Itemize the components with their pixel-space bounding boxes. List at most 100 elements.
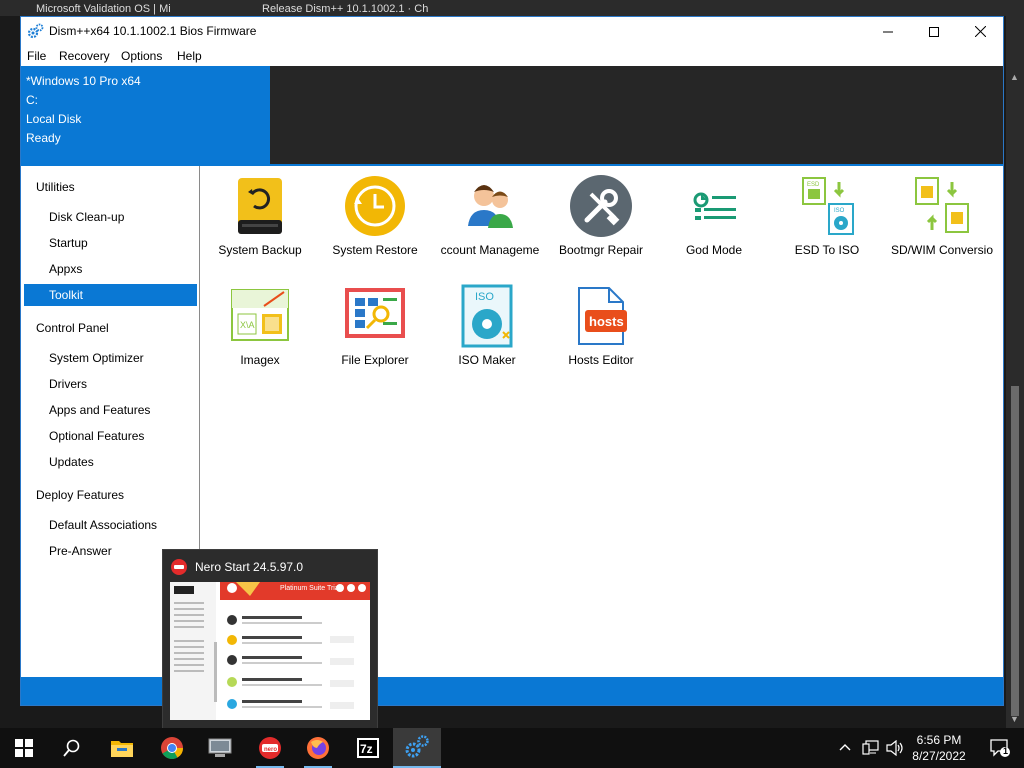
file-explorer-icon [111,741,133,757]
title-bar[interactable]: Dism++x64 10.1.1002.1 Bios Firmware [21,17,1003,46]
background-browser-tabs: Microsoft Validation OS | Mi Release Dis… [0,0,1024,16]
background-scrollbar: ▲ ▼ [1006,16,1024,728]
image-info-panel[interactable]: *Windows 10 Pro x64 C: Local Disk Ready [21,66,270,164]
taskbar-7zip[interactable]: 7z [344,728,392,768]
nav-updates[interactable]: Updates [24,451,197,473]
network-icon[interactable] [862,740,880,756]
nero-icon [171,559,187,575]
nero-icon: nero [259,737,281,759]
taskbar-dism[interactable] [393,728,441,768]
esd-to-iso-icon: ESD ISO [802,177,854,235]
window-title: Dism++x64 10.1.1002.1 Bios Firmware [49,24,257,38]
tool-hosts-editor[interactable]: hosts Hosts Editor [544,280,658,380]
taskbar-computer[interactable] [196,728,244,768]
imagex-icon: X\A [231,289,289,341]
nav-toolkit[interactable]: Toolkit [24,284,197,306]
tool-account-management[interactable]: ccount Manageme [433,170,547,270]
tool-label: Hosts Editor [568,353,634,367]
svg-text:ISO: ISO [834,208,845,214]
menu-file[interactable]: File [27,48,46,64]
taskbar-nero[interactable]: nero [246,728,294,768]
tool-esd-to-iso[interactable]: ESD ISO ESD To ISO [770,170,884,270]
disk-name: Local Disk [26,112,82,126]
chevron-up-icon[interactable] [838,741,852,755]
menu-options[interactable]: Options [121,48,162,64]
section-utilities[interactable]: Utilities [36,180,75,194]
tool-label: SD/WIM Conversio [890,243,994,257]
nav-drivers[interactable]: Drivers [24,373,197,395]
taskbar-file-explorer[interactable] [98,728,146,768]
svg-text:nero: nero [264,747,277,753]
dism-gear-icon [405,735,429,758]
section-control-panel[interactable]: Control Panel [36,321,109,335]
account-management-icon [468,185,513,228]
scroll-up-icon: ▲ [1010,72,1019,82]
tool-iso-maker[interactable]: ISO ISO Maker [430,280,544,380]
maximize-button[interactable] [911,17,957,46]
svg-text:ESD: ESD [807,182,820,188]
tool-imagex[interactable]: X\A Imagex [203,280,317,380]
tool-god-mode[interactable]: God Mode [657,170,771,270]
tool-label: ISO Maker [458,353,516,367]
tool-label: System Restore [332,243,418,257]
file-explorer-icon [345,288,405,338]
tool-label: System Backup [218,243,302,257]
tool-file-explorer[interactable]: File Explorer [318,280,432,380]
tool-bootmgr-repair[interactable]: Bootmgr Repair [544,170,658,270]
nav-startup[interactable]: Startup [24,232,197,254]
system-tray [838,728,904,768]
image-list-area [270,66,1003,164]
minimize-button[interactable] [865,17,911,46]
nav-optional-features[interactable]: Optional Features [24,425,197,447]
clock-date: 8/27/2022 [912,749,966,763]
firefox-icon [307,737,329,759]
menu-recovery[interactable]: Recovery [59,48,110,64]
computer-icon [208,738,232,757]
tool-label: Imagex [240,353,280,367]
search-button[interactable] [48,728,96,768]
image-status: Ready [26,131,61,145]
dism-gear-icon [28,23,44,39]
tool-label: God Mode [685,243,743,257]
close-button[interactable] [957,17,1003,46]
taskbar: nero 7z 6:56 PM 8/27/2022 1 [0,728,1024,768]
7zip-icon: 7z [357,738,379,758]
taskbar-chrome[interactable] [148,728,196,768]
taskbar-firefox[interactable] [294,728,342,768]
system-backup-icon [238,178,282,234]
menu-help[interactable]: Help [177,48,202,64]
nav-disk-cleanup[interactable]: Disk Clean-up [24,206,197,228]
tool-label: ESD To ISO [794,243,860,257]
search-icon [63,739,80,757]
notification-center-button[interactable]: 1 [976,728,1024,768]
nav-apps-and-features[interactable]: Apps and Features [24,399,197,421]
nero-window-thumbnail: Platinum Suite Trial [170,582,370,720]
start-button[interactable] [0,728,48,768]
chrome-icon [161,737,183,759]
iso-maker-icon: ISO [461,284,513,348]
clock[interactable]: 6:56 PM 8/27/2022 [900,732,978,764]
tool-esd-wim-conversion[interactable]: SD/WIM Conversio [885,170,999,270]
god-mode-icon [693,192,736,220]
drive-letter: C: [26,93,38,107]
clock-time: 6:56 PM [916,733,962,747]
system-restore-icon [345,176,405,236]
nav-system-optimizer[interactable]: System Optimizer [24,347,197,369]
tool-label: File Explorer [341,353,409,367]
nav-appxs[interactable]: Appxs [24,258,197,280]
nero-screenshot: Platinum Suite Trial [170,582,370,720]
menu-bar: File Recovery Options Help [21,46,1003,66]
thumbnail-title: Nero Start 24.5.97.0 [195,560,304,574]
close-icon [974,26,986,37]
hosts-editor-icon: hosts [578,287,627,345]
os-name: *Windows 10 Pro x64 [26,74,141,88]
svg-text:hosts: hosts [589,314,624,329]
section-deploy-features[interactable]: Deploy Features [36,488,124,502]
nav-default-associations[interactable]: Default Associations [24,514,197,536]
bootmgr-repair-icon [570,175,632,237]
nero-thumbnail-preview[interactable]: Nero Start 24.5.97.0 Platinum Suite Tria… [162,549,378,729]
tool-system-restore[interactable]: System Restore [318,170,432,270]
tool-system-backup[interactable]: System Backup [203,170,317,270]
notification-count: 1 [1003,746,1009,756]
windows-start-icon [15,739,33,757]
